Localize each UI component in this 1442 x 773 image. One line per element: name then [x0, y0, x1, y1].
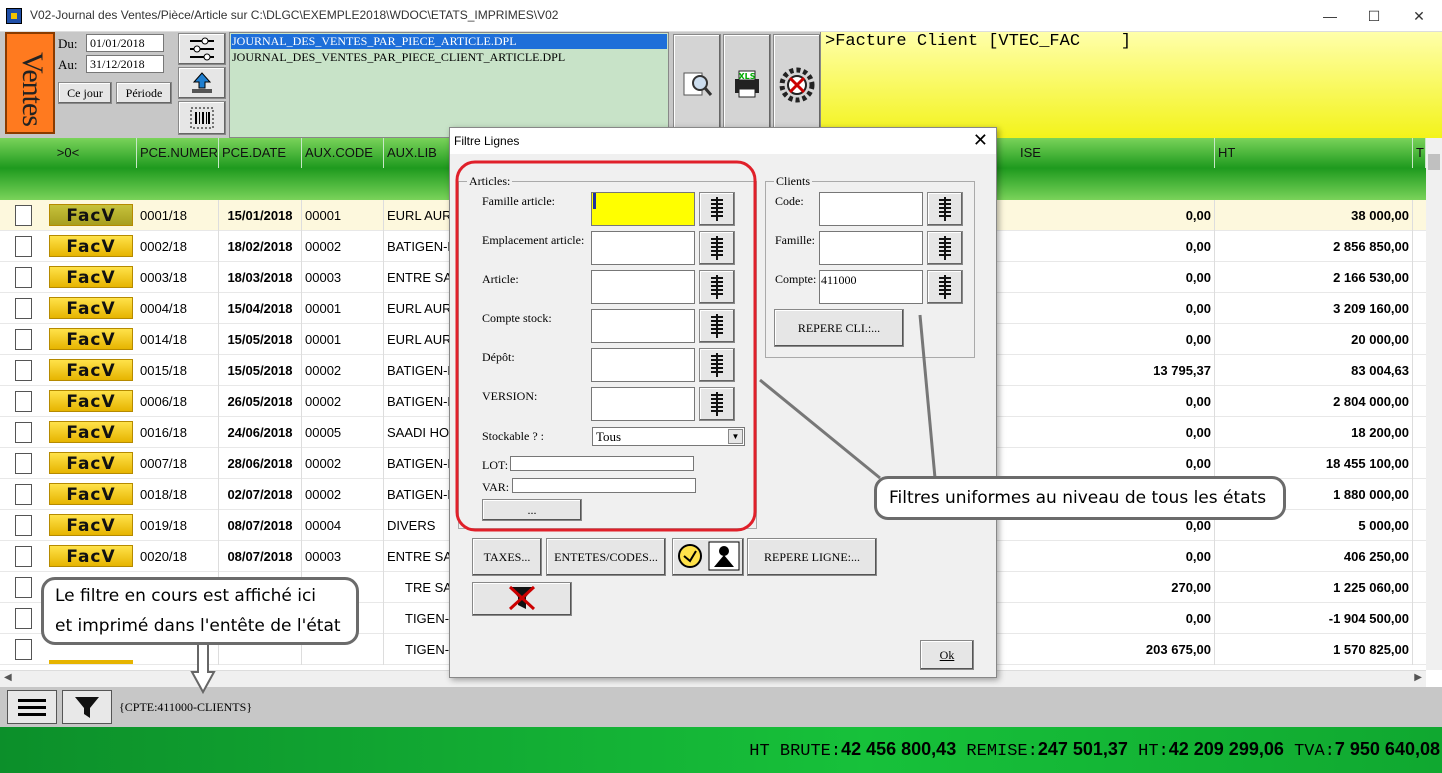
annotation-overlay	[190, 160, 937, 695]
annotation-pointer-line	[759, 378, 881, 480]
down-arrow-icon	[190, 643, 216, 695]
callout-left-line1: Le filtre en cours est affiché ici	[55, 586, 317, 606]
annotation-red-frame	[455, 160, 757, 532]
callout-left-line2: et imprimé dans l'entête de l'état	[55, 616, 341, 636]
annotation-pointer-line	[918, 314, 937, 479]
callout-filter-info: Le filtre en cours est affiché ici et im…	[41, 577, 359, 645]
callout-uniform-filters: Filtres uniformes au niveau de tous les …	[874, 476, 1286, 520]
